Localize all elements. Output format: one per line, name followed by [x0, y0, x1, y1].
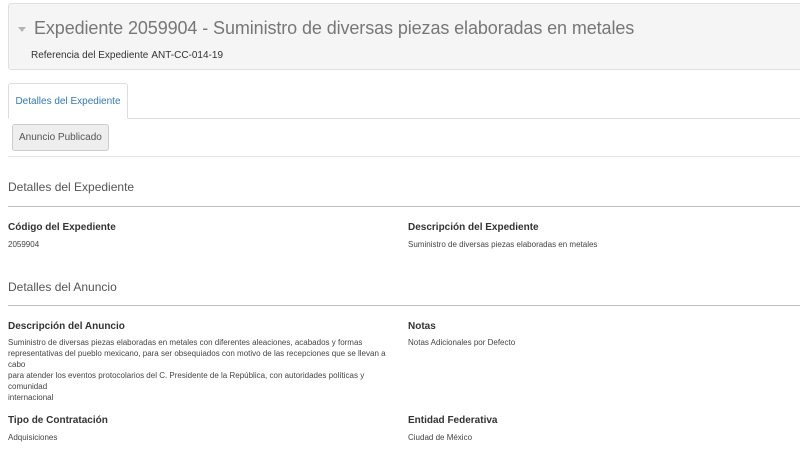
- section-divider: [8, 206, 800, 207]
- page-title: Expediente 2059904 - Suministro de diver…: [34, 18, 635, 38]
- descripcion-anuncio-value: Suministro de diversas piezas elaboradas…: [8, 337, 398, 403]
- reference-label: Referencia del Expediente: [31, 50, 149, 61]
- descripcion-line: para atender los eventos protocolarios d…: [8, 371, 365, 391]
- tab-detalles-expediente[interactable]: Detalles del Expediente: [8, 83, 128, 119]
- notas-value: Notas Adicionales por Defecto: [408, 338, 516, 347]
- sub-tab-area: Anuncio Publicado: [8, 119, 800, 157]
- entidad-federativa-value: Ciudad de México: [408, 433, 473, 442]
- entidad-federativa-label: Entidad Federativa: [408, 415, 498, 426]
- descripcion-line: representativas del pueblo mexicano, par…: [8, 349, 386, 369]
- descripcion-line: Suministro de diversas piezas elaboradas…: [8, 338, 363, 347]
- anuncio-publicado-button[interactable]: Anuncio Publicado: [12, 124, 109, 151]
- section-title-expediente: Detalles del Expediente: [8, 180, 135, 194]
- tipo-contratacion-label: Tipo de Contratación: [8, 415, 108, 426]
- collapse-caret-icon[interactable]: [18, 27, 26, 32]
- descripcion-expediente-label: Descripción del Expediente: [408, 222, 539, 233]
- tipo-contratacion-value: Adquisiciones: [8, 433, 58, 442]
- header-title-row[interactable]: Expediente 2059904 - Suministro de diver…: [18, 18, 634, 39]
- expediente-reference: Referencia del Expediente ANT-CC-014-19: [31, 50, 223, 61]
- reference-value: ANT-CC-014-19: [151, 50, 224, 61]
- section-divider: [8, 305, 800, 306]
- codigo-label: Código del Expediente: [8, 222, 116, 233]
- notas-label: Notas: [408, 321, 436, 332]
- section-title-anuncio: Detalles del Anuncio: [8, 280, 117, 294]
- descripcion-line: internacional: [8, 393, 54, 402]
- descripcion-expediente-value: Suministro de diversas piezas elaboradas…: [408, 240, 598, 249]
- descripcion-anuncio-label: Descripción del Anuncio: [8, 321, 125, 332]
- expediente-header: Expediente 2059904 - Suministro de diver…: [8, 3, 800, 70]
- codigo-value: 2059904: [8, 240, 40, 249]
